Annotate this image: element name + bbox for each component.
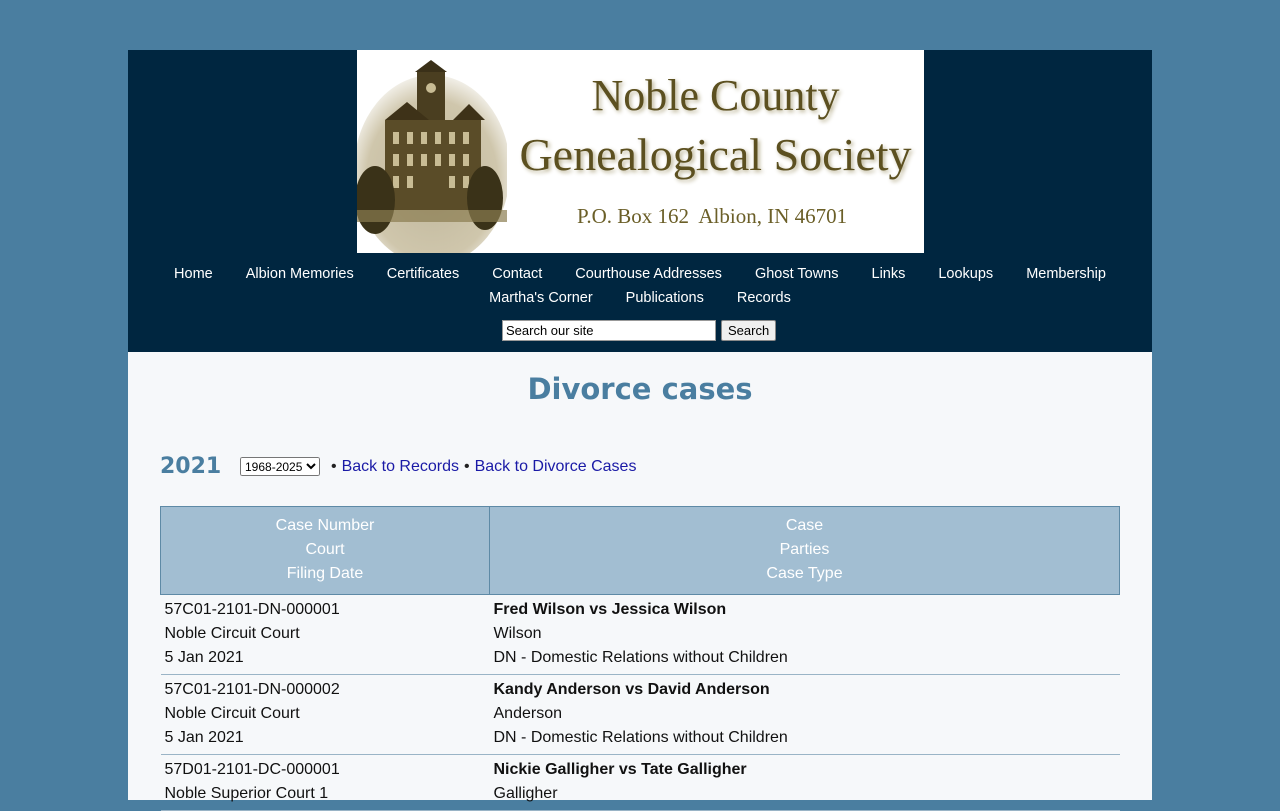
year-range-select[interactable]: 1968-2025 [240,457,320,476]
case-number: 57C01-2101-DN-000001 [164,601,340,618]
year-heading: 2021 [160,454,222,479]
case-name: Wilson [493,625,542,642]
banner-address: P.O. Box 162 Albion, IN 46701 [577,204,848,228]
nav-links[interactable]: Links [855,262,922,286]
nav-courthouse-addresses[interactable]: Courthouse Addresses [559,262,739,286]
case-info-cell: 57C01-2101-DN-000001 Noble Circuit Court… [160,594,490,675]
court: Noble Superior Court 1 [164,785,329,802]
site-search: Search [502,320,777,341]
parties: Nickie Galligher vs Tate Galligher [493,761,747,778]
banner-title-line1: Noble County [591,71,840,120]
nav-lookups[interactable]: Lookups [922,262,1010,286]
header-case-number-court-date: Case Number Court Filing Date [160,506,490,595]
header-parties: Parties [779,541,830,558]
header-court: Court [305,541,345,558]
header-filing-date: Filing Date [286,565,364,582]
nav-certificates[interactable]: Certificates [370,262,476,286]
bullet-separator: • [464,457,470,475]
case-number: 57C01-2101-DN-000002 [164,681,340,698]
court: Noble Circuit Court [164,705,300,722]
cases-table: Case Number Court Filing Date Case Parti… [160,506,1120,811]
table-row: 57C01-2101-DN-000002 Noble Circuit Court… [160,674,1120,755]
page-container: Noble County Genealogical Society P.O. B… [128,50,1152,811]
nav-home[interactable]: Home [158,262,230,286]
case-name: Anderson [493,705,563,722]
nav-marthas-corner[interactable]: Martha's Corner [473,286,610,310]
nav-records[interactable]: Records [720,286,807,310]
header-case: Case [785,517,824,534]
case-name: Galligher [493,785,558,802]
case-details-cell: Fred Wilson vs Jessica Wilson Wilson DN … [489,594,1120,675]
case-info-cell: 57C01-2101-DN-000002 Noble Circuit Court… [160,674,490,755]
case-number: 57D01-2101-DC-000001 [164,761,340,778]
parties: Fred Wilson vs Jessica Wilson [493,601,727,618]
search-button[interactable]: Search [721,320,777,341]
case-info-cell: 57D01-2101-DC-000001 Noble Superior Cour… [160,754,490,811]
case-details-cell: Kandy Anderson vs David Anderson Anderso… [489,674,1120,755]
nav-publications[interactable]: Publications [609,286,720,310]
filing-date: 5 Jan 2021 [164,729,244,746]
filing-date: 5 Jan 2021 [164,649,244,666]
bullet-separator: • [331,457,337,475]
parties: Kandy Anderson vs David Anderson [493,681,770,698]
site-header: Noble County Genealogical Society P.O. B… [128,50,1152,352]
table-header-row: Case Number Court Filing Date Case Parti… [160,506,1120,595]
back-to-records-link[interactable]: Back to Records [342,458,459,476]
page-title: Divorce cases [527,372,753,406]
back-to-divorce-cases-link[interactable]: Back to Divorce Cases [475,458,637,476]
main-nav: Home Albion Memories Certificates Contac… [128,262,1152,310]
nav-contact[interactable]: Contact [476,262,559,286]
header-case-number: Case Number [275,517,375,534]
nav-row-2: Martha's Corner Publications Records [128,286,1152,310]
case-details-cell: Nickie Galligher vs Tate Galligher Galli… [489,754,1120,811]
case-type: DN - Domestic Relations without Children [493,649,788,666]
header-case-parties-type: Case Parties Case Type [489,506,1120,595]
banner-title-line2: Genealogical Society [519,129,912,180]
search-input[interactable] [502,320,716,341]
court: Noble Circuit Court [164,625,300,642]
header-case-type: Case Type [766,565,843,582]
site-banner[interactable]: Noble County Genealogical Society P.O. B… [357,50,924,253]
nav-albion-memories[interactable]: Albion Memories [229,262,370,286]
nav-ghost-towns[interactable]: Ghost Towns [738,262,855,286]
nav-row-1: Home Albion Memories Certificates Contac… [128,262,1152,286]
case-type: DN - Domestic Relations without Children [493,729,788,746]
table-row: 57C01-2101-DN-000001 Noble Circuit Court… [160,594,1120,675]
table-row: 57D01-2101-DC-000001 Noble Superior Cour… [160,754,1120,811]
courthouse-image [357,50,507,253]
nav-membership[interactable]: Membership [1010,262,1123,286]
filter-row: 2021 1968-2025 • Back to Records • Back … [160,454,636,479]
